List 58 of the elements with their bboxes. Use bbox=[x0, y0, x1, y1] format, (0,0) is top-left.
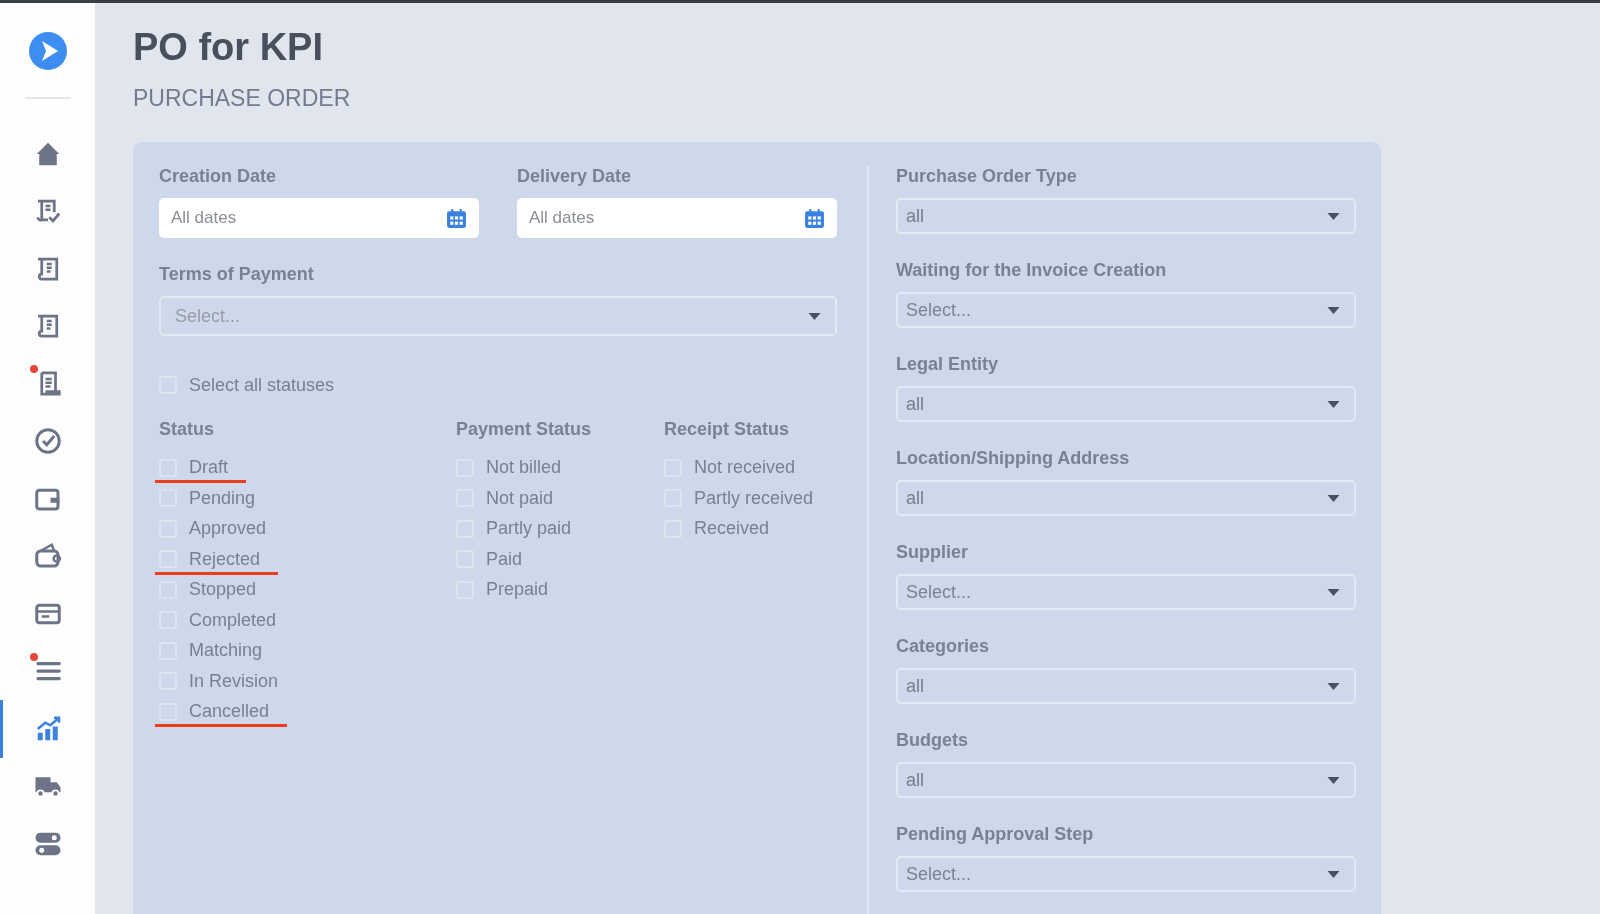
field-label: Creation Date bbox=[159, 166, 278, 188]
calendar-icon bbox=[804, 207, 825, 229]
field-label: Supplier bbox=[896, 542, 969, 564]
field-label: Delivery Date bbox=[517, 166, 633, 188]
group-title: Status bbox=[159, 418, 214, 441]
checkbox-label: Received bbox=[694, 518, 770, 540]
page-title: PO for KPI bbox=[133, 26, 325, 69]
select-field[interactable]: all bbox=[896, 668, 1356, 704]
checkbox-label: Not received bbox=[694, 457, 796, 479]
checkbox-label: Stopped bbox=[189, 579, 257, 601]
checkbox-label: In Revision bbox=[189, 670, 279, 692]
checkbox-label: Completed bbox=[189, 609, 277, 631]
checkbox-label: Paid bbox=[486, 548, 523, 570]
select-field[interactable]: all bbox=[896, 386, 1356, 422]
caret-icon bbox=[1327, 400, 1340, 408]
caret-icon bbox=[1327, 588, 1340, 596]
field-label: Waiting for the Invoice Creation bbox=[896, 260, 1168, 282]
field-label: Categories bbox=[896, 636, 991, 658]
group-title: Receipt Status bbox=[664, 418, 790, 441]
checkbox-label: Cancelled bbox=[189, 701, 270, 723]
caret-icon bbox=[1327, 870, 1340, 878]
calendar-icon bbox=[446, 207, 467, 229]
select-field[interactable]: Select... bbox=[896, 856, 1356, 892]
caret-icon bbox=[1327, 494, 1340, 502]
checkbox-label: Approved bbox=[189, 518, 267, 540]
check-circle-icon bbox=[32, 426, 63, 457]
checkbox-label: Draft bbox=[189, 457, 228, 479]
field-label: Terms of Payment bbox=[159, 264, 315, 286]
checkbox-label: Rejected bbox=[189, 548, 261, 570]
select-field[interactable]: all bbox=[896, 480, 1356, 516]
group-title: Payment Status bbox=[456, 418, 592, 441]
checkbox-label: Prepaid bbox=[486, 579, 549, 601]
select-field[interactable]: all bbox=[896, 198, 1356, 234]
logo-icon bbox=[27, 31, 68, 71]
field-label: Purchase Order Type bbox=[896, 166, 1078, 188]
select-field[interactable]: all bbox=[896, 762, 1356, 798]
caret-icon bbox=[1327, 306, 1340, 314]
date-field[interactable]: All dates bbox=[159, 198, 479, 238]
field-label: Budgets bbox=[896, 730, 969, 752]
caret-icon bbox=[1327, 212, 1340, 220]
field-label: Location/Shipping Address bbox=[896, 448, 1131, 470]
checkbox-label: Partly received bbox=[694, 487, 814, 509]
caret-icon bbox=[1327, 682, 1340, 690]
select-field[interactable]: Select... bbox=[896, 292, 1356, 328]
caret-icon bbox=[808, 312, 821, 320]
date-field[interactable]: All dates bbox=[517, 198, 837, 238]
select-field[interactable]: Select... bbox=[159, 296, 837, 336]
checkbox-label: Partly paid bbox=[486, 518, 572, 540]
page-subtitle: PURCHASE ORDER bbox=[133, 85, 352, 112]
caret-icon bbox=[1327, 776, 1340, 784]
select-field[interactable]: Select... bbox=[896, 574, 1356, 610]
checkbox-label: Select all statuses bbox=[189, 374, 335, 396]
field-label: Pending Approval Step bbox=[896, 824, 1095, 846]
field-label: Legal Entity bbox=[896, 354, 999, 376]
checkbox-label: Matching bbox=[189, 640, 263, 662]
checkbox-label: Not paid bbox=[486, 487, 554, 509]
checkbox-label: Pending bbox=[189, 487, 256, 509]
checkbox-label: Not billed bbox=[486, 457, 562, 479]
